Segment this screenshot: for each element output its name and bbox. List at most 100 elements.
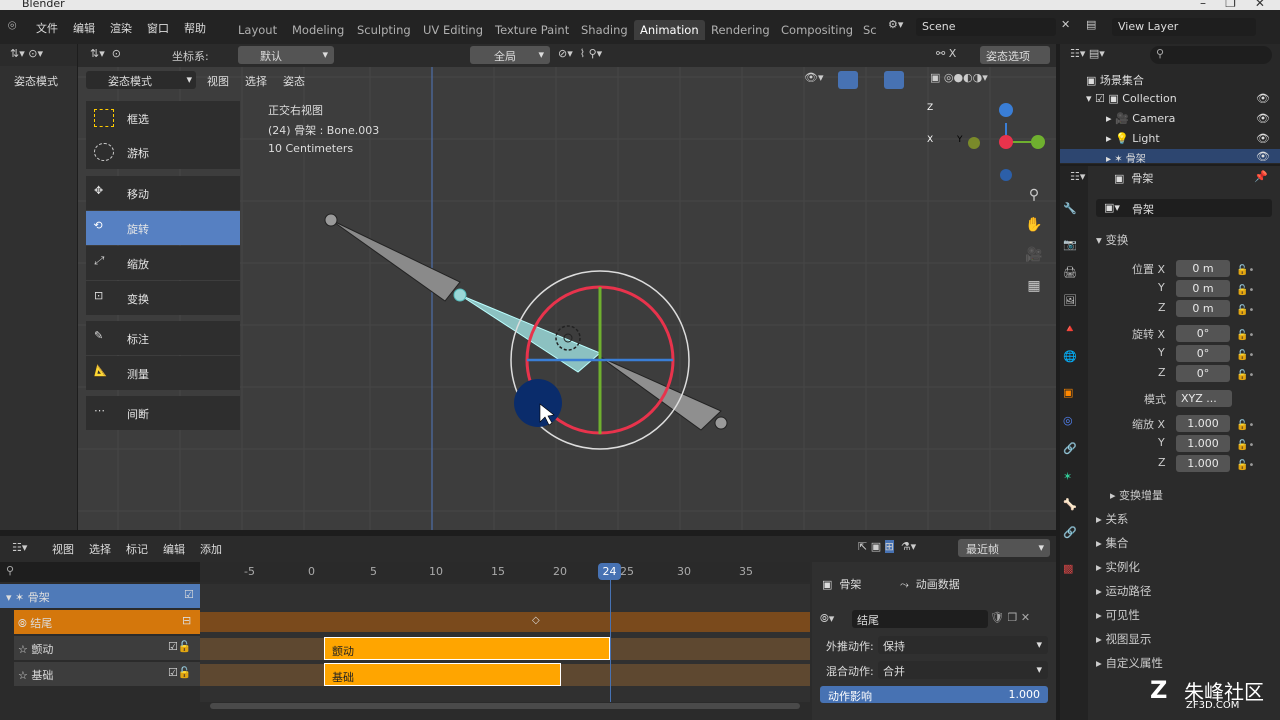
nla-menu-marker[interactable]: 标记 — [126, 541, 148, 557]
outliner-item-armature[interactable] — [1060, 149, 1280, 163]
sidebar-tab-object[interactable]: ▣ 骨架 — [822, 576, 861, 592]
window-controls[interactable]: – ❐ ✕ — [1200, 0, 1265, 10]
tab-sculpting[interactable]: Sculpting — [351, 20, 417, 40]
current-frame-indicator[interactable]: 24 — [598, 563, 621, 580]
view-layer-icon[interactable]: ▤ — [1086, 18, 1106, 36]
outliner-search[interactable]: ⚲ — [1150, 46, 1272, 64]
blender-logo-icon[interactable]: ⌾ — [8, 18, 26, 36]
track-jitter[interactable]: ☆ 颤动 ☑🔓 — [14, 636, 200, 660]
nla-ruler[interactable] — [200, 562, 810, 582]
tool-move[interactable]: ✥ 移动 — [86, 176, 240, 210]
blend-dropdown[interactable]: 合并 ▾ — [878, 661, 1048, 679]
menu-edit[interactable]: 编辑 — [73, 20, 95, 36]
outliner-scene-collection[interactable]: ▣ 场景集合 — [1086, 72, 1144, 88]
pose-x-mirror-icon[interactable]: ⚯ X — [936, 47, 956, 60]
tab-animation[interactable]: Animation — [634, 20, 705, 40]
track-base[interactable]: ☆ 基础 ☑🔓 — [14, 662, 200, 686]
pan-hand-icon[interactable]: ✋ — [1022, 217, 1046, 239]
snap-icon[interactable]: ⊘▾ ⌇ ⚲▾ — [558, 47, 602, 60]
tool-rotate[interactable]: ⟲ 旋转 — [86, 211, 240, 245]
tab-texture-paint[interactable]: Texture Paint — [489, 20, 575, 40]
gizmo-axis-z[interactable]: Z — [927, 103, 933, 113]
nla-menu-select[interactable]: 选择 — [89, 541, 111, 557]
keyframe-diamond[interactable]: ◇ — [532, 615, 540, 626]
nla-snap-dropdown[interactable]: 最近帧 ▾ — [958, 539, 1050, 557]
outliner-item-light[interactable]: ▸ 💡 Light — [1106, 132, 1160, 145]
scene-selector-icon[interactable]: ⚙▾ — [888, 18, 912, 36]
texture-tab-icon[interactable]: ▩ — [1063, 562, 1085, 582]
section-visibility[interactable]: ▸ 可见性 — [1096, 607, 1140, 623]
section-relations[interactable]: ▸ 关系 — [1096, 511, 1128, 527]
nla-menu-view[interactable]: 视图 — [52, 541, 74, 557]
action-name-field[interactable]: 结尾 — [852, 610, 988, 628]
location-y-field[interactable]: 0 m — [1176, 280, 1230, 297]
outliner-item-camera[interactable]: ▸ 🎥 Camera — [1106, 112, 1175, 125]
menu-window[interactable]: 窗口 — [147, 20, 169, 36]
scene-remove-icon[interactable]: ✕ — [1061, 18, 1075, 36]
transform-panel-header[interactable]: ▾ 变换 — [1096, 232, 1128, 248]
overlay-icons[interactable]: 👁▾ — [804, 71, 824, 84]
checkbox-icon[interactable]: ☑🔓 — [168, 666, 192, 679]
action-controls-icons[interactable]: 🛡 ❐ ✕ — [990, 611, 1030, 624]
scale-x-field[interactable]: 1.000 — [1176, 415, 1230, 432]
modifier-tab-icon[interactable]: ◎ — [1063, 414, 1085, 434]
section-viewport-display[interactable]: ▸ 视图显示 — [1096, 631, 1151, 647]
pivot-dropdown[interactable]: 全局 ▾ — [470, 46, 550, 64]
scene-tab-icon[interactable]: 🔺 — [1063, 322, 1085, 342]
tab-uv-editing[interactable]: UV Editing — [417, 20, 489, 40]
location-x-field[interactable]: 0 m — [1176, 260, 1230, 277]
eye-icon[interactable]: 👁 — [1256, 92, 1270, 105]
gizmo-toggle-icon[interactable] — [838, 71, 858, 89]
sidebar-tab-anim-data[interactable]: ⤳ 动画数据 — [900, 576, 960, 592]
delta-transform-header[interactable]: ▸ 变换增量 — [1110, 487, 1163, 503]
viewport-menu-select[interactable]: 选择 — [245, 73, 267, 89]
rotation-x-field[interactable]: 0° — [1176, 325, 1230, 342]
lock-icons[interactable]: 🔓• 🔓• 🔓• — [1236, 326, 1254, 386]
lock-icons[interactable]: 🔓• 🔓• 🔓• — [1236, 261, 1254, 321]
tab-compositing[interactable]: Compositing — [775, 20, 859, 40]
section-custom-properties[interactable]: ▸ 自定义属性 — [1096, 655, 1163, 671]
armature-data-tab-icon[interactable]: ✶ — [1063, 470, 1085, 490]
mode-dropdown[interactable]: 姿态模式 ▾ — [86, 71, 196, 89]
grid-view-icon[interactable]: ▦ — [1022, 278, 1046, 300]
influence-slider[interactable]: 动作影响 1.000 — [820, 686, 1048, 703]
nla-search[interactable]: ⚲ — [0, 562, 200, 582]
section-instancing[interactable]: ▸ 实例化 — [1096, 559, 1140, 575]
output-tab-icon[interactable]: 🖨 — [1063, 266, 1085, 286]
outliner-item-collection[interactable]: ▾ ☑ ▣ Collection — [1086, 92, 1177, 105]
view-layer-field[interactable]: View Layer — [1112, 18, 1256, 36]
viewport-menu-pose[interactable]: 姿态 — [283, 73, 305, 89]
nla-menu-add[interactable]: 添加 — [200, 541, 222, 557]
object-tab-icon[interactable]: ▣ — [1063, 386, 1085, 406]
eye-icon[interactable]: 👁 — [1256, 132, 1270, 145]
gizmo-axis-x[interactable]: X — [927, 135, 933, 145]
eye-icon[interactable]: 👁 — [1256, 112, 1270, 125]
tool-transform[interactable]: ⊡ 变换 — [86, 281, 240, 315]
view-layer-tab-icon[interactable]: 🖼 — [1063, 294, 1085, 314]
gizmo-axis-y[interactable]: Y — [957, 135, 963, 145]
tab-modeling[interactable]: Modeling — [286, 20, 350, 40]
checkbox-icon[interactable]: ☑ — [184, 588, 194, 601]
world-tab-icon[interactable]: 🌐 — [1063, 350, 1085, 370]
zoom-icon[interactable]: ⚲ — [1022, 187, 1046, 209]
checkbox-icon[interactable]: ☑🔓 — [168, 640, 192, 653]
pin-icon[interactable]: 📌 — [1254, 170, 1268, 183]
render-tab-icon[interactable]: 📷 — [1063, 238, 1085, 258]
left-mode-label[interactable]: 姿态模式 — [14, 73, 58, 89]
lock-icons[interactable]: 🔓• 🔓• 🔓• — [1236, 416, 1254, 476]
section-collections[interactable]: ▸ 集合 — [1096, 535, 1128, 551]
extrapolation-dropdown[interactable]: 保持 ▾ — [878, 636, 1048, 654]
action-browse-icon[interactable]: ⦾▾ — [820, 612, 834, 626]
tab-layout[interactable]: Layout — [232, 20, 283, 40]
menu-help[interactable]: 帮助 — [184, 20, 206, 36]
outliner-editor-type[interactable]: ☷▾ ▤▾ — [1070, 47, 1105, 60]
horizontal-scrollbar[interactable] — [210, 703, 800, 709]
tool-break[interactable]: ⋯ 间断 — [86, 396, 240, 430]
rotation-y-field[interactable]: 0° — [1176, 345, 1230, 362]
viewport-menu-view[interactable]: 视图 — [207, 73, 229, 89]
viewport-editor-type[interactable]: ⇅▾ ⊙ — [90, 47, 121, 60]
tool-annotate[interactable]: ✎ 标注 — [86, 321, 240, 355]
overlay-toggle-icon[interactable] — [884, 71, 904, 89]
shading-icons[interactable]: ▣ ◎●◐◑▾ — [930, 71, 988, 84]
editor-type-icon[interactable]: ⇅▾ ⊙▾ — [10, 47, 43, 60]
